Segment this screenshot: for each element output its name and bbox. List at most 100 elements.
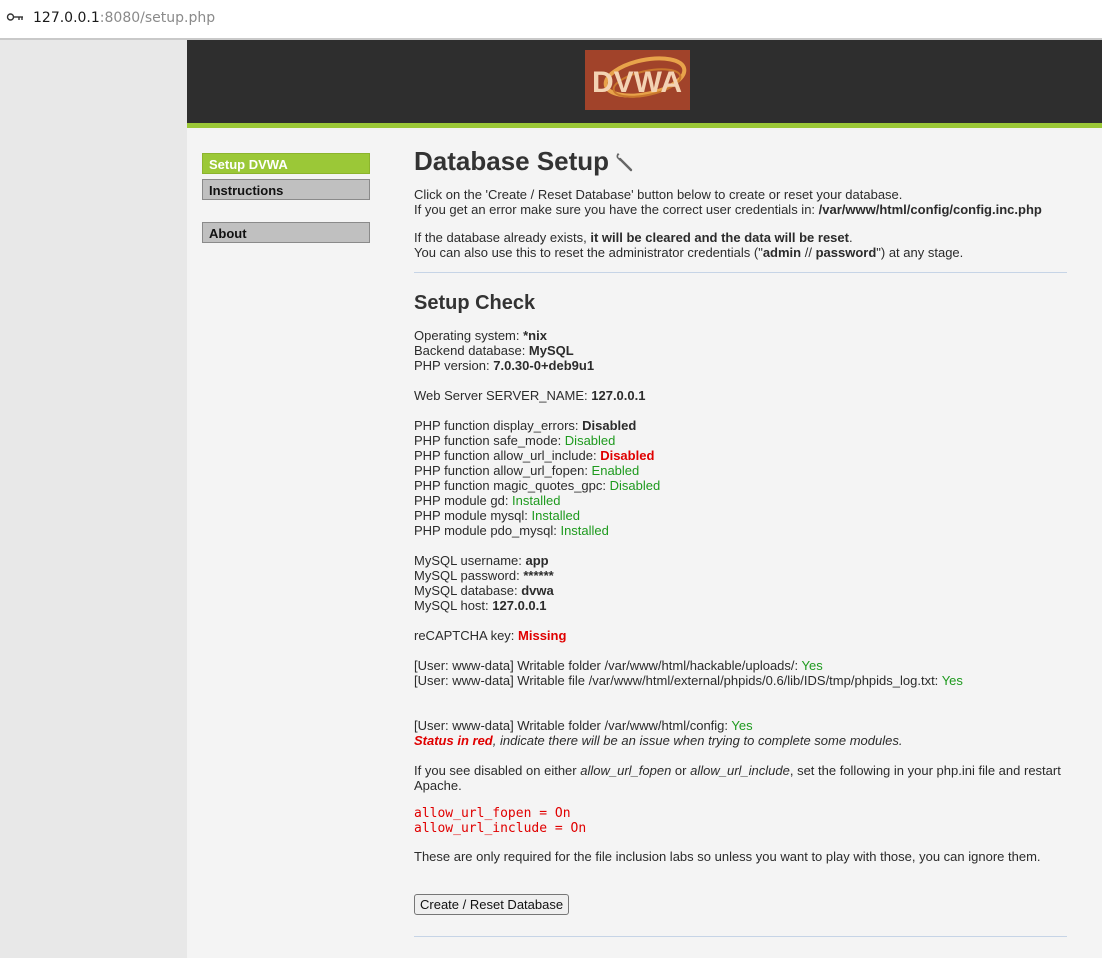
disabled-note-line-1: If you see disabled on either allow_url_… <box>414 763 1061 778</box>
status-badge: Installed <box>512 493 561 508</box>
status-badge: Disabled <box>609 478 661 493</box>
only-required-note: These are only required for the file inc… <box>414 849 1041 864</box>
mysql-label: MySQL username: <box>414 553 526 568</box>
mysql-password-line: MySQL password: ****** <box>414 568 554 583</box>
recaptcha-line: reCAPTCHA key: Missing <box>414 628 566 643</box>
writable-status: Yes <box>941 673 963 688</box>
check-display-errors: PHP function display_errors: Disabled <box>414 418 636 433</box>
admin-username: admin <box>762 245 802 260</box>
intro-line-4-text: You can also use this to reset the admin… <box>414 245 763 260</box>
check-module-mysql: PHP module mysql: Installed <box>414 508 580 523</box>
check-module-pdo-mysql: PHP module pdo_mysql: Installed <box>414 523 609 538</box>
setup-check-heading: Setup Check <box>414 292 536 314</box>
os-value: *nix <box>523 328 547 343</box>
writable-config-line: [User: www-data] Writable folder /var/ww… <box>414 718 753 733</box>
check-label: PHP module mysql: <box>414 508 532 523</box>
status-badge: Disabled <box>564 433 616 448</box>
mysql-label: MySQL database: <box>414 583 522 598</box>
check-magic-quotes: PHP function magic_quotes_gpc: Disabled <box>414 478 660 493</box>
check-label: PHP function safe_mode: <box>414 433 565 448</box>
url-path: :8080/setup.php <box>99 10 216 26</box>
recaptcha-status: Missing <box>518 628 567 643</box>
mysql-host-line: MySQL host: 127.0.0.1 <box>414 598 547 613</box>
status-badge: Installed <box>531 508 580 523</box>
php-ini-line-1: allow_url_fopen = On <box>414 806 571 821</box>
intro-line-2-text: If you get an error make sure you have t… <box>414 202 819 217</box>
check-allow-url-include: PHP function allow_url_include: Disabled <box>414 448 654 463</box>
sidebar-item-setup-dvwa[interactable]: Setup DVWA <box>202 153 370 174</box>
check-safe-mode: PHP function safe_mode: Disabled <box>414 433 615 448</box>
status-badge: Disabled <box>582 418 637 433</box>
recaptcha-label: reCAPTCHA key: <box>414 628 519 643</box>
intro-line-4: You can also use this to reset the admin… <box>414 245 963 260</box>
server-name-label: Web Server SERVER_NAME: <box>414 388 592 403</box>
mysql-value: app <box>525 553 549 568</box>
intro-warning: it will be cleared and the data will be … <box>590 230 849 245</box>
address-bar[interactable]: 127.0.0.1:8080/setup.php <box>0 0 1102 39</box>
status-badge: Installed <box>560 523 609 538</box>
page-title-text: Database Setup <box>414 146 610 176</box>
page-header: DVWA <box>187 40 1102 128</box>
intro-line-3: If the database already exists, it will … <box>414 230 853 245</box>
mysql-value: 127.0.0.1 <box>492 598 547 613</box>
config-path: /var/www/html/config/config.inc.php <box>818 202 1042 217</box>
create-reset-database-button[interactable]: Create / Reset Database <box>414 894 570 915</box>
disabled-note-text: If you see disabled on either <box>414 763 581 778</box>
php-version-line: PHP version: 7.0.30-0+deb9u1 <box>414 358 594 373</box>
status-note: Status in red, indicate there will be an… <box>414 733 902 748</box>
page-title: Database Setup <box>414 146 635 179</box>
status-note-red: Status in red <box>414 733 493 748</box>
server-name-line: Web Server SERVER_NAME: 127.0.0.1 <box>414 388 645 403</box>
dvwa-logo[interactable]: DVWA <box>585 50 690 110</box>
disabled-note-text-2: , set the following in your php.ini file… <box>789 763 1061 778</box>
writable-status: Yes <box>731 718 753 733</box>
check-allow-url-fopen: PHP function allow_url_fopen: Enabled <box>414 463 639 478</box>
admin-password: password <box>815 245 877 260</box>
mysql-username-line: MySQL username: app <box>414 553 549 568</box>
php-version-label: PHP version: <box>414 358 494 373</box>
status-badge: Enabled <box>591 463 640 478</box>
writable-phpids-line: [User: www-data] Writable file /var/www/… <box>414 673 963 688</box>
mysql-label: MySQL password: <box>414 568 524 583</box>
mysql-label: MySQL host: <box>414 598 493 613</box>
intro-line-2: If you get an error make sure you have t… <box>414 202 1042 217</box>
disabled-note-line-2: Apache. <box>414 778 462 793</box>
setting-name: allow_url_include <box>690 763 790 778</box>
writable-label: [User: www-data] Writable folder /var/ww… <box>414 658 802 673</box>
db-value: MySQL <box>528 343 574 358</box>
check-module-gd: PHP module gd: Installed <box>414 493 560 508</box>
sidebar-item-about[interactable]: About <box>202 222 370 243</box>
check-label: PHP function allow_url_include: <box>414 448 601 463</box>
url-host: 127.0.0.1 <box>33 10 100 26</box>
setting-name: allow_url_fopen <box>580 763 672 778</box>
mysql-database-line: MySQL database: dvwa <box>414 583 554 598</box>
status-note-text: , indicate there will be an issue when t… <box>492 733 903 748</box>
intro-line-1: Click on the 'Create / Reset Database' b… <box>414 187 903 202</box>
check-label: PHP function allow_url_fopen: <box>414 463 592 478</box>
intro-line-4-suffix: ") at any stage. <box>876 245 964 260</box>
intro-line-3-text: If the database already exists, <box>414 230 591 245</box>
os-label: Operating system: <box>414 328 524 343</box>
credentials-separator: // <box>801 245 816 260</box>
check-label: PHP module pdo_mysql: <box>414 523 561 538</box>
check-label: PHP function display_errors: <box>414 418 583 433</box>
mysql-value: dvwa <box>521 583 554 598</box>
check-label: PHP function magic_quotes_gpc: <box>414 478 610 493</box>
db-label: Backend database: <box>414 343 529 358</box>
divider-bottom <box>414 936 1067 937</box>
php-version-value: 7.0.30-0+deb9u1 <box>493 358 595 373</box>
svg-text:DVWA: DVWA <box>592 66 682 99</box>
server-name-value: 127.0.0.1 <box>591 388 646 403</box>
key-icon <box>6 10 24 24</box>
check-label: PHP module gd: <box>414 493 513 508</box>
os-line: Operating system: *nix <box>414 328 547 343</box>
wrench-icon <box>613 148 635 179</box>
status-badge: Disabled <box>600 448 655 463</box>
page-container: DVWA Setup DVWA Instructions About Datab… <box>187 40 1102 958</box>
writable-label: [User: www-data] Writable folder /var/ww… <box>414 718 732 733</box>
intro-line-3-suffix: . <box>848 230 853 245</box>
url-text[interactable]: 127.0.0.1:8080/setup.php <box>33 10 215 26</box>
writable-status: Yes <box>801 658 823 673</box>
divider <box>414 272 1067 273</box>
sidebar-item-instructions[interactable]: Instructions <box>202 179 370 200</box>
